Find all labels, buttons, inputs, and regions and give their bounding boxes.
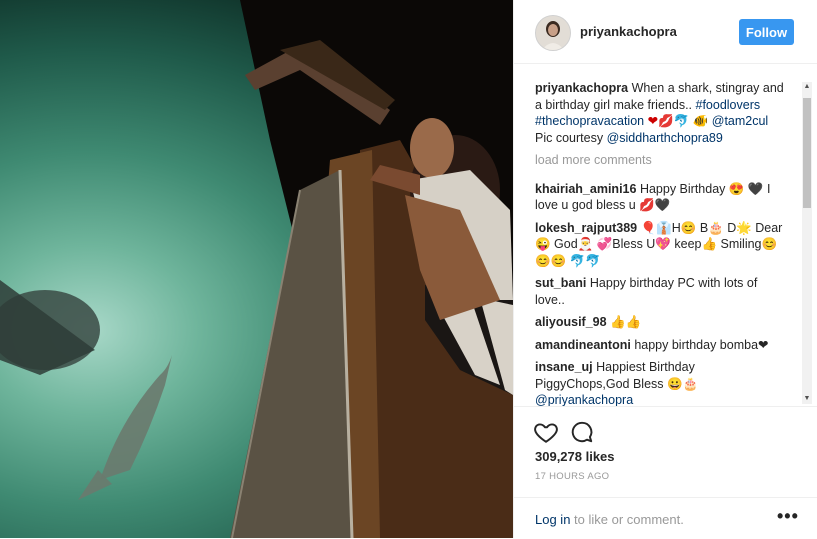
more-options-icon[interactable]: •••: [777, 506, 799, 527]
comment-item: lokesh_rajput389 🎈👔H😊 B🎂 D🌟 Dear😜 God🎅 💞…: [535, 220, 788, 270]
likes-count[interactable]: 309,278 likes: [535, 449, 615, 464]
load-more-comments[interactable]: load more comments: [535, 152, 788, 169]
comments-scrollbar[interactable]: ▲ ▼: [802, 82, 812, 404]
scroll-up-arrow-icon[interactable]: ▲: [802, 82, 812, 92]
comments-section[interactable]: priyankachopra When a shark, stingray an…: [514, 64, 817, 406]
comment-item: sut_bani Happy birthday PC with lots of …: [535, 275, 788, 308]
instagram-post: priyankachopra Follow priyankachopra Whe…: [0, 0, 817, 538]
comment-text: happy birthday bomba❤: [634, 337, 769, 352]
photo-scene: [0, 0, 513, 538]
comment-text: 👍👍: [610, 315, 642, 329]
comment-username[interactable]: aliyousif_98: [535, 315, 607, 329]
caption-emojis: ❤💋🐬: [647, 114, 690, 128]
comment-username[interactable]: khairiah_amini16: [535, 182, 636, 196]
post-header: priyankachopra Follow: [514, 0, 817, 64]
post-actions: 309,278 likes 17 HOURS AGO Log in to lik…: [514, 406, 817, 538]
comment-item: amandineantoni happy birthday bomba❤: [535, 337, 788, 354]
caption: priyankachopra When a shark, stingray an…: [535, 80, 788, 146]
post-sidebar: priyankachopra Follow priyankachopra Whe…: [513, 0, 817, 538]
comment-username[interactable]: insane_uj: [535, 360, 593, 374]
caption-mention[interactable]: @tam2cul: [712, 114, 768, 128]
login-prompt-text: to like or comment.: [570, 512, 684, 527]
login-link[interactable]: Log in: [535, 512, 570, 527]
author-username[interactable]: priyankachopra: [580, 24, 677, 39]
comment-username[interactable]: amandineantoni: [535, 338, 631, 352]
avatar[interactable]: [535, 15, 571, 51]
login-row: Log in to like or comment. •••: [514, 497, 817, 539]
comment-item: khairiah_amini16 Happy Birthday 😍 🖤 I lo…: [535, 181, 788, 214]
scroll-down-arrow-icon[interactable]: ▼: [802, 394, 812, 404]
comment-mention[interactable]: @priyankachopra: [535, 393, 633, 406]
caption-credit-prefix: Pic courtesy: [535, 130, 604, 145]
comment-item: aliyousif_98 👍👍: [535, 314, 788, 331]
comment-item: insane_uj Happiest Birthday PiggyChops,G…: [535, 359, 788, 406]
follow-button[interactable]: Follow: [739, 19, 794, 45]
post-photo[interactable]: [0, 0, 513, 538]
login-prompt: Log in to like or comment.: [535, 512, 684, 527]
heart-icon[interactable]: [533, 419, 559, 445]
comment-username[interactable]: sut_bani: [535, 276, 586, 290]
post-timestamp[interactable]: 17 HOURS AGO: [535, 471, 609, 482]
scrollbar-thumb[interactable]: [803, 98, 811, 208]
comment-username[interactable]: lokesh_rajput389: [535, 221, 637, 235]
caption-credit-mention[interactable]: @siddharthchopra89: [607, 131, 723, 145]
caption-mention-prefix: 🐠: [692, 114, 709, 128]
comment-icon[interactable]: [569, 419, 595, 445]
caption-author[interactable]: priyankachopra: [535, 81, 628, 95]
